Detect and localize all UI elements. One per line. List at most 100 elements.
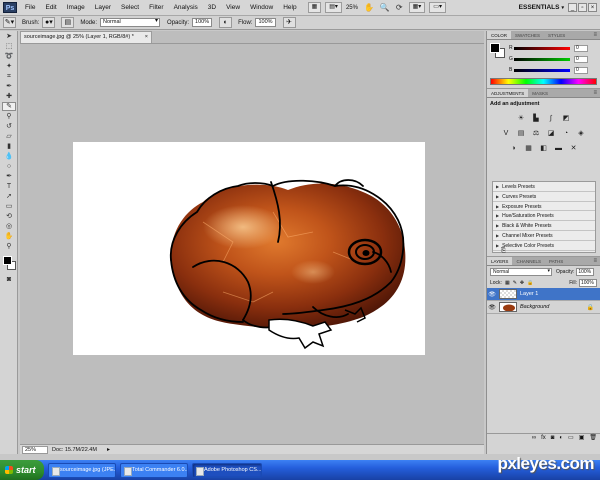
- menu-image[interactable]: Image: [62, 0, 90, 16]
- blue-value[interactable]: 0: [574, 66, 588, 74]
- posterize-icon[interactable]: ▦: [524, 144, 533, 153]
- lock-all-icon[interactable]: 🔒: [527, 280, 533, 286]
- tab-paths[interactable]: PATHS: [545, 257, 567, 265]
- layer-opacity-input[interactable]: 100%: [576, 268, 595, 276]
- menu-analysis[interactable]: Analysis: [169, 0, 203, 16]
- layer-name[interactable]: Background: [520, 304, 549, 310]
- gradient-tool-icon[interactable]: ▮: [2, 142, 16, 151]
- menu-layer[interactable]: Layer: [90, 0, 116, 16]
- preset-item[interactable]: Selective Color Presets: [493, 241, 595, 251]
- zoom-tool-icon[interactable]: 🔍: [380, 3, 390, 12]
- channel-mixer-icon[interactable]: ◈: [577, 129, 586, 138]
- exposure-icon[interactable]: ◩: [562, 114, 571, 123]
- clip-to-layer-icon[interactable]: ⎘: [501, 248, 506, 255]
- document-tab[interactable]: sourceimage.jpg @ 25% (Layer 1, RGB/8#) …: [20, 31, 152, 43]
- preset-item[interactable]: Exposure Presets: [493, 202, 595, 212]
- menu-window[interactable]: Window: [245, 0, 278, 16]
- red-value[interactable]: 0: [574, 44, 588, 52]
- blue-slider[interactable]: [514, 68, 570, 72]
- shape-tool-icon[interactable]: ▭: [2, 202, 16, 211]
- brush-tool-icon[interactable]: ✎: [2, 102, 16, 111]
- menu-filter[interactable]: Filter: [144, 0, 168, 16]
- add-mask-icon[interactable]: ◙: [551, 434, 555, 443]
- workspace-switcher[interactable]: ESSENTIALS ▾: [519, 0, 564, 16]
- pen-tool-icon[interactable]: ✒: [2, 172, 16, 181]
- status-menu-arrow-icon[interactable]: ▸: [107, 446, 110, 453]
- selective-color-icon[interactable]: ✕: [569, 144, 578, 153]
- photo-filter-icon[interactable]: ◔: [562, 129, 571, 138]
- levels-icon[interactable]: ▙: [532, 114, 541, 123]
- 3d-orbit-tool-icon[interactable]: ◎: [2, 222, 16, 231]
- history-brush-tool-icon[interactable]: ↺: [2, 122, 16, 131]
- eraser-tool-icon[interactable]: ▱: [2, 132, 16, 141]
- preset-item[interactable]: Channel Mixer Presets: [493, 231, 595, 241]
- preset-item[interactable]: Black & White Presets: [493, 221, 595, 231]
- tab-color[interactable]: COLOR: [487, 31, 512, 39]
- status-zoom-field[interactable]: 25%: [22, 445, 48, 454]
- menu-select[interactable]: Select: [116, 0, 144, 16]
- brush-size-picker[interactable]: ●▾: [42, 17, 56, 28]
- lock-position-icon[interactable]: ✥: [520, 280, 524, 286]
- minimize-button[interactable]: _: [568, 3, 577, 12]
- zoom-tool-icon[interactable]: ⚲: [2, 242, 16, 251]
- marquee-tool-icon[interactable]: ⬚: [2, 42, 16, 51]
- hand-tool-icon[interactable]: ✋: [364, 3, 374, 12]
- tab-channels[interactable]: CHANNELS: [512, 257, 545, 265]
- threshold-icon[interactable]: ◧: [539, 144, 548, 153]
- brush-preset-icon[interactable]: ✎▾: [3, 17, 16, 28]
- preset-item[interactable]: Curves Presets: [493, 192, 595, 202]
- blend-mode-select[interactable]: Normal: [490, 268, 552, 276]
- menu-3d[interactable]: 3D: [203, 0, 221, 16]
- healing-brush-tool-icon[interactable]: ✚: [2, 92, 16, 101]
- fill-input[interactable]: 100%: [579, 279, 597, 287]
- visibility-eye-icon[interactable]: 👁: [487, 304, 497, 311]
- quick-mask-icon[interactable]: ◙: [2, 275, 16, 284]
- lock-pixels-icon[interactable]: ✎: [513, 280, 517, 286]
- color-balance-icon[interactable]: ⚖: [532, 129, 541, 138]
- quick-select-tool-icon[interactable]: ✦: [2, 62, 16, 71]
- tab-layers[interactable]: LAYERS: [487, 257, 513, 265]
- red-slider[interactable]: [514, 46, 570, 50]
- tab-swatches[interactable]: SWATCHES: [511, 31, 544, 39]
- tab-styles[interactable]: STYLES: [544, 31, 569, 39]
- type-tool-icon[interactable]: T: [2, 182, 16, 191]
- invert-icon[interactable]: ◑: [509, 144, 518, 153]
- layer-style-icon[interactable]: fx: [541, 434, 546, 443]
- path-selection-tool-icon[interactable]: ➚: [2, 192, 16, 201]
- menu-view[interactable]: View: [221, 0, 245, 16]
- menu-edit[interactable]: Edit: [40, 0, 61, 16]
- document-size-info[interactable]: Doc: 15.7M/22.4M: [52, 447, 97, 453]
- eyedropper-tool-icon[interactable]: ✒: [2, 82, 16, 91]
- visibility-eye-icon[interactable]: 👁: [487, 291, 497, 298]
- extras-button[interactable]: ▤▾: [325, 2, 342, 13]
- color-spectrum-ramp[interactable]: [490, 78, 597, 85]
- taskbar-item-photoshop[interactable]: Adobe Photoshop CS...: [192, 462, 262, 478]
- new-group-icon[interactable]: ▭: [568, 434, 574, 443]
- trash-icon[interactable]: 🗑: [589, 434, 597, 443]
- color-swatches[interactable]: [1, 254, 17, 272]
- airbrush-icon[interactable]: ✈: [282, 17, 296, 28]
- hue-saturation-icon[interactable]: ▤: [517, 129, 526, 138]
- gradient-map-icon[interactable]: ▬: [554, 144, 563, 153]
- menu-file[interactable]: File: [20, 0, 40, 16]
- curves-icon[interactable]: ∫: [547, 114, 556, 123]
- close-tab-icon[interactable]: ×: [145, 32, 148, 43]
- new-layer-icon[interactable]: ▣: [579, 434, 585, 443]
- zoom-level[interactable]: 25%: [346, 5, 358, 11]
- hand-tool-icon[interactable]: ✋: [2, 232, 16, 241]
- panel-menu-icon[interactable]: ≡: [590, 257, 600, 265]
- blur-tool-icon[interactable]: 💧: [2, 152, 16, 161]
- green-slider[interactable]: [514, 57, 570, 61]
- start-button[interactable]: start: [0, 460, 44, 480]
- foreground-color-swatch[interactable]: [3, 256, 12, 265]
- crop-tool-icon[interactable]: ⌗: [2, 72, 16, 81]
- clone-stamp-tool-icon[interactable]: ⚲: [2, 112, 16, 121]
- 3d-rotate-tool-icon[interactable]: ⟲: [2, 212, 16, 221]
- green-value[interactable]: 0: [574, 55, 588, 63]
- tab-masks[interactable]: MASKS: [528, 89, 552, 97]
- screen-mode-button[interactable]: ▭▾: [429, 2, 446, 13]
- rotate-view-icon[interactable]: ⟳: [396, 3, 403, 12]
- lock-transparency-icon[interactable]: ▦: [505, 280, 510, 286]
- new-adjustment-icon[interactable]: ◐: [559, 434, 563, 443]
- preset-item[interactable]: Hue/Saturation Presets: [493, 211, 595, 222]
